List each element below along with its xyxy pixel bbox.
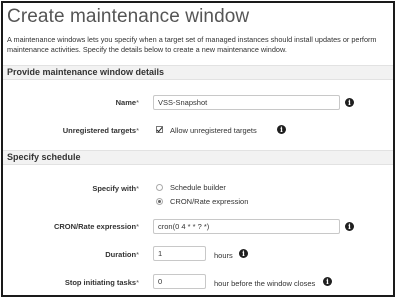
unregistered-targets-info-icon[interactable]: i <box>277 125 286 134</box>
name-label: Name* <box>116 98 139 107</box>
specify-with-required-mark: * <box>136 184 139 193</box>
cron-expression-info-icon[interactable]: i <box>345 222 354 231</box>
cron-rate-expression-option-label: CRON/Rate expression <box>170 197 249 206</box>
name-info-icon[interactable]: i <box>345 98 354 107</box>
name-label-text: Name <box>115 98 137 107</box>
duration-info-icon[interactable]: i <box>239 249 248 258</box>
duration-label: Duration* <box>105 250 139 259</box>
cron-rate-expression-radio[interactable] <box>156 198 163 205</box>
cron-expression-label: CRON/Rate expression* <box>54 222 139 231</box>
cron-expression-label-text: CRON/Rate expression <box>53 222 137 231</box>
unregistered-targets-required-mark: * <box>136 126 139 135</box>
unregistered-targets-label: Unregistered targets* <box>63 126 139 135</box>
stop-initiating-tasks-label: Stop initiating tasks* <box>65 278 139 287</box>
schedule-builder-option-label: Schedule builder <box>170 183 226 192</box>
details-section-title: Provide maintenance window details <box>7 67 165 77</box>
duration-required-mark: * <box>136 250 139 259</box>
cron-expression-input[interactable] <box>153 219 340 234</box>
schedule-builder-radio[interactable] <box>156 184 163 191</box>
description-line-1: A maintenance windows lets you specify w… <box>7 35 377 44</box>
stop-initiating-tasks-required-mark: * <box>136 278 139 287</box>
description-line-2: maintenance activities. Specify the deta… <box>7 45 287 54</box>
stop-initiating-tasks-unit-label: hour before the window closes <box>214 279 316 288</box>
schedule-section-header: Specify schedule <box>3 150 393 165</box>
stop-initiating-tasks-label-text: Stop initiating tasks <box>64 278 137 287</box>
duration-label-text: Duration <box>105 250 137 259</box>
page-description: A maintenance windows lets you specify w… <box>7 35 393 55</box>
allow-unregistered-targets-label: Allow unregistered targets <box>170 126 257 135</box>
page-title: Create maintenance window <box>7 6 250 27</box>
details-section-header: Provide maintenance window details <box>3 65 393 80</box>
duration-input[interactable] <box>153 246 206 261</box>
name-input[interactable] <box>153 95 340 110</box>
specify-with-label: Specify with* <box>92 184 139 193</box>
specify-with-label-text: Specify with <box>92 184 137 193</box>
allow-unregistered-targets-checkbox[interactable] <box>156 126 163 133</box>
duration-unit-label: hours <box>214 251 233 260</box>
name-required-mark: * <box>136 98 139 107</box>
unregistered-targets-label-text: Unregistered targets <box>62 126 137 135</box>
cron-expression-required-mark: * <box>136 222 139 231</box>
schedule-section-title: Specify schedule <box>7 152 81 162</box>
stop-initiating-tasks-input[interactable] <box>153 274 206 289</box>
create-maintenance-window-panel: Create maintenance window A maintenance … <box>1 1 395 297</box>
stop-initiating-tasks-info-icon[interactable]: i <box>323 277 332 286</box>
